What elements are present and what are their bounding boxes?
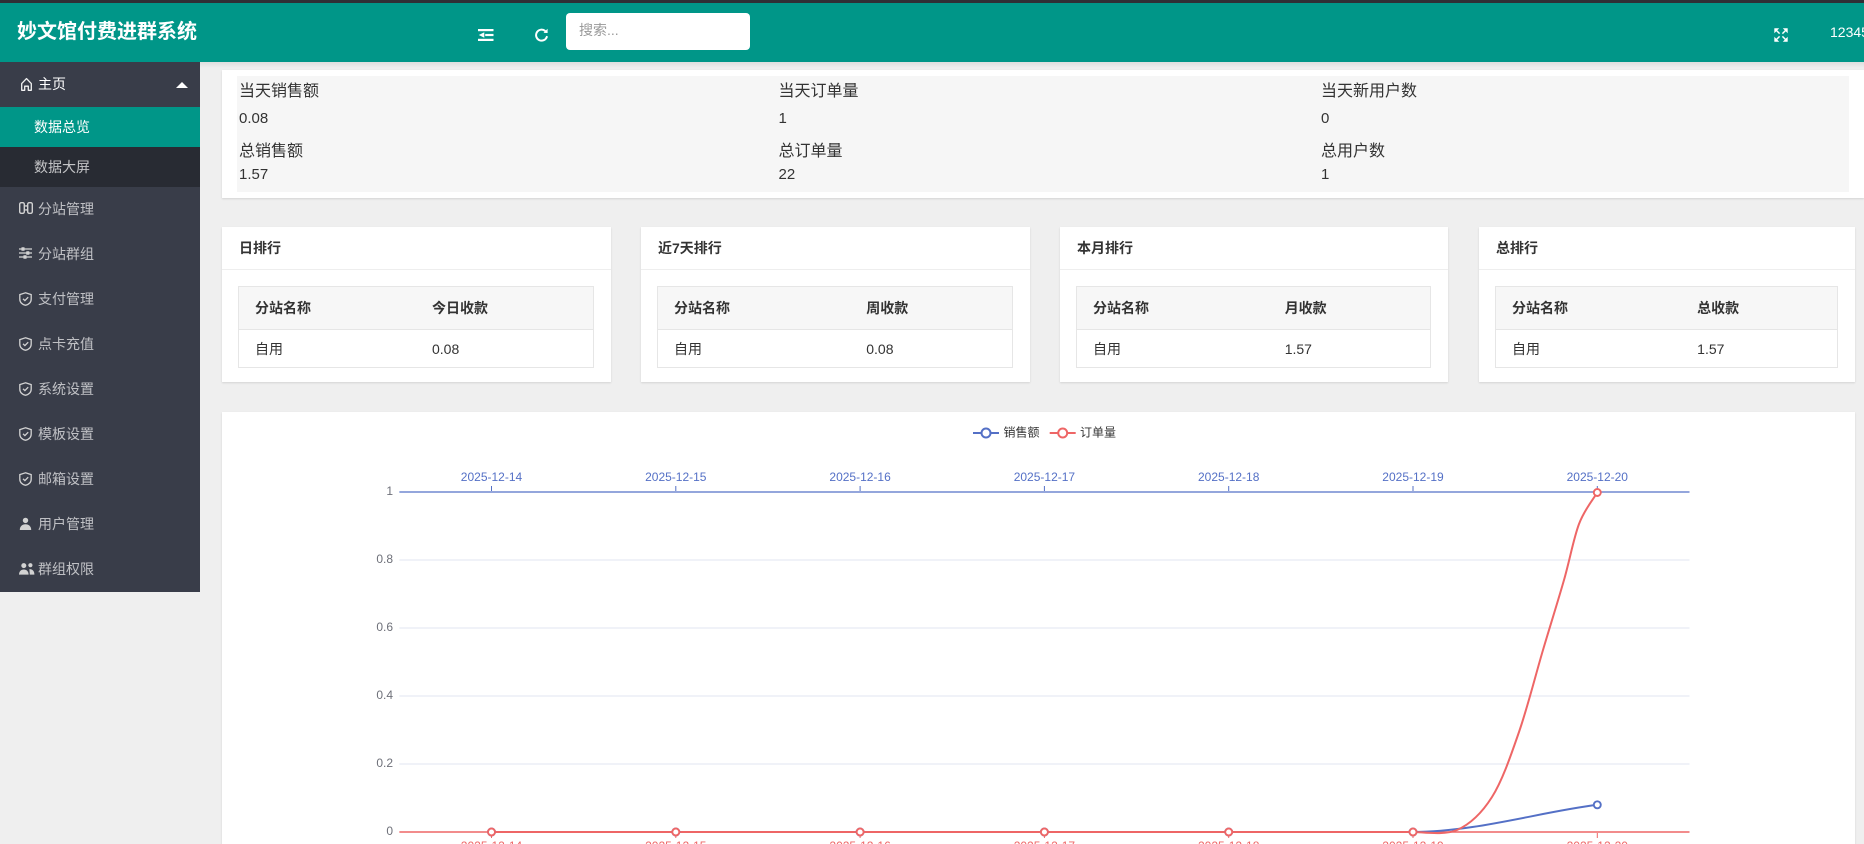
svg-text:2025-12-18: 2025-12-18 [1198, 470, 1260, 484]
svg-text:销售额: 销售额 [1004, 425, 1040, 440]
svg-text:0.2: 0.2 [376, 756, 393, 770]
svg-text:0: 0 [386, 824, 393, 838]
svg-text:2025-12-18: 2025-12-18 [1198, 839, 1260, 844]
svg-text:2025-12-15: 2025-12-15 [645, 839, 707, 844]
svg-text:2025-12-17: 2025-12-17 [1014, 470, 1076, 484]
svg-text:2025-12-16: 2025-12-16 [829, 470, 891, 484]
svg-text:订单量: 订单量 [1080, 426, 1116, 440]
svg-text:0.6: 0.6 [376, 620, 393, 634]
svg-text:0.4: 0.4 [376, 688, 393, 702]
svg-text:1: 1 [386, 484, 393, 498]
svg-text:2025-12-17: 2025-12-17 [1014, 839, 1076, 844]
svg-text:2025-12-19: 2025-12-19 [1382, 470, 1444, 484]
svg-text:2025-12-14: 2025-12-14 [461, 839, 523, 844]
svg-text:0.8: 0.8 [376, 552, 393, 566]
svg-text:2025-12-16: 2025-12-16 [829, 839, 891, 844]
svg-text:2025-12-14: 2025-12-14 [461, 470, 523, 484]
svg-text:2025-12-20: 2025-12-20 [1567, 839, 1629, 844]
svg-text:2025-12-20: 2025-12-20 [1567, 470, 1629, 484]
svg-text:2025-12-15: 2025-12-15 [645, 470, 707, 484]
svg-text:2025-12-19: 2025-12-19 [1382, 839, 1444, 844]
